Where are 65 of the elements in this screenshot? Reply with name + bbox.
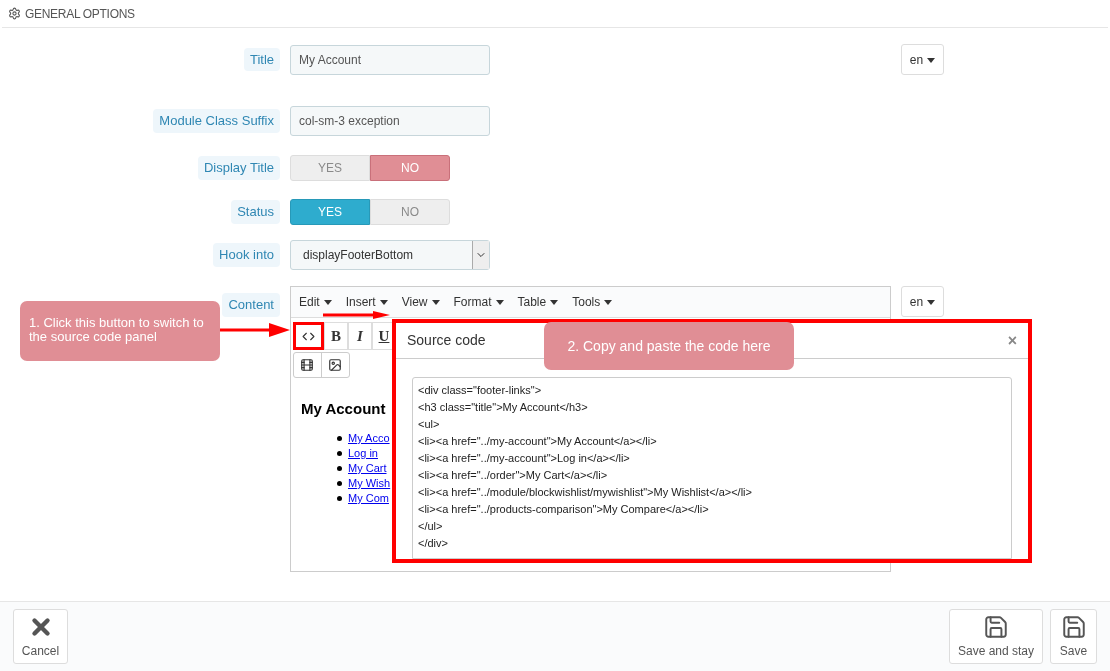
save-icon	[1060, 613, 1087, 640]
source-code-button[interactable]	[293, 322, 324, 350]
menu-item[interactable]: Insert	[345, 293, 388, 311]
caret-icon	[927, 57, 936, 63]
text-field[interactable]: col-sm-3 exception	[290, 106, 490, 136]
code-line: <ul>	[418, 417, 441, 432]
language-button[interactable]: en	[901, 286, 944, 317]
film-icon	[300, 358, 315, 372]
text-field[interactable]: My Account	[290, 44, 490, 75]
caret-icon	[379, 299, 388, 305]
save-icon	[983, 613, 1009, 640]
callout: 1. Click this button to switch to the source code panel	[20, 301, 220, 361]
cancel-button[interactable]: Cancel	[13, 609, 68, 664]
field-label: Module Class Suffix	[153, 109, 280, 133]
format-button[interactable]: B	[324, 322, 348, 350]
code-textarea[interactable]	[412, 377, 1012, 559]
menu-item[interactable]: View	[401, 293, 440, 311]
bullet-icon	[337, 495, 342, 501]
code-line: <li><a href="../my-account">Log in</a></li>	[418, 451, 631, 466]
callout: 2. Copy and paste the code here	[544, 322, 794, 370]
field-label: Content	[222, 293, 280, 317]
bullet-icon	[337, 480, 342, 486]
preview-link[interactable]: My Wish	[348, 474, 391, 492]
language-button[interactable]: en	[901, 44, 944, 75]
preview-heading: My Account	[301, 399, 386, 419]
close-button[interactable]: ×	[1007, 328, 1017, 353]
code-line: <h3 class="title">My Account</h3>	[418, 400, 589, 415]
pointer-arrow	[323, 311, 391, 319]
code-line: </div>	[418, 536, 449, 551]
save-button[interactable]: Save	[1050, 609, 1097, 664]
caret-icon	[431, 299, 440, 305]
section-title: GENERAL OPTIONS	[25, 5, 135, 23]
field-label: Status	[231, 200, 280, 224]
pointer-arrow	[219, 322, 291, 338]
code-line: </ul>	[418, 519, 444, 534]
menu-item[interactable]: Tools	[572, 293, 613, 311]
caret-icon	[550, 299, 559, 305]
caret-icon	[604, 299, 613, 305]
field-label: Display Title	[197, 156, 280, 180]
image-icon	[328, 358, 343, 372]
field-label: Hook into	[213, 243, 280, 267]
preview-link[interactable]: Log in	[348, 444, 378, 462]
menu-item[interactable]: Format	[453, 293, 504, 311]
hook-select[interactable]: displayFooterBottom	[290, 240, 490, 270]
caret-icon	[495, 299, 504, 305]
save-button[interactable]: Save and stay	[949, 609, 1043, 664]
dialog-title: Source code	[407, 331, 486, 350]
code-line: <li><a href="../products-comparison">My Compare</a></li>	[418, 502, 710, 517]
code-line: <li><a href="../module/blockwishlist/mywishlist">My Wishlist</a></li>	[418, 485, 753, 500]
code-line: <li><a href="../my-account">My Account</a></li>	[418, 434, 658, 449]
bullet-icon	[337, 465, 342, 471]
gears-icon	[8, 7, 21, 20]
bullet-icon	[337, 450, 342, 456]
menu-item[interactable]: Edit	[299, 293, 332, 311]
preview-link[interactable]: My Cart	[348, 459, 387, 477]
code-line: <li><a href="../order">My Cart</a></li>	[418, 468, 609, 483]
caret-icon	[323, 299, 332, 305]
field-label: Title	[243, 47, 280, 72]
code-line: <div class="footer-links">	[418, 383, 543, 398]
caret-icon	[927, 299, 936, 305]
bullet-icon	[337, 435, 342, 441]
menu-item[interactable]: Table	[517, 293, 559, 311]
format-button[interactable]: I	[348, 322, 372, 350]
preview-link[interactable]: My Com	[348, 489, 389, 507]
preview-link[interactable]: My Acco	[348, 429, 390, 447]
